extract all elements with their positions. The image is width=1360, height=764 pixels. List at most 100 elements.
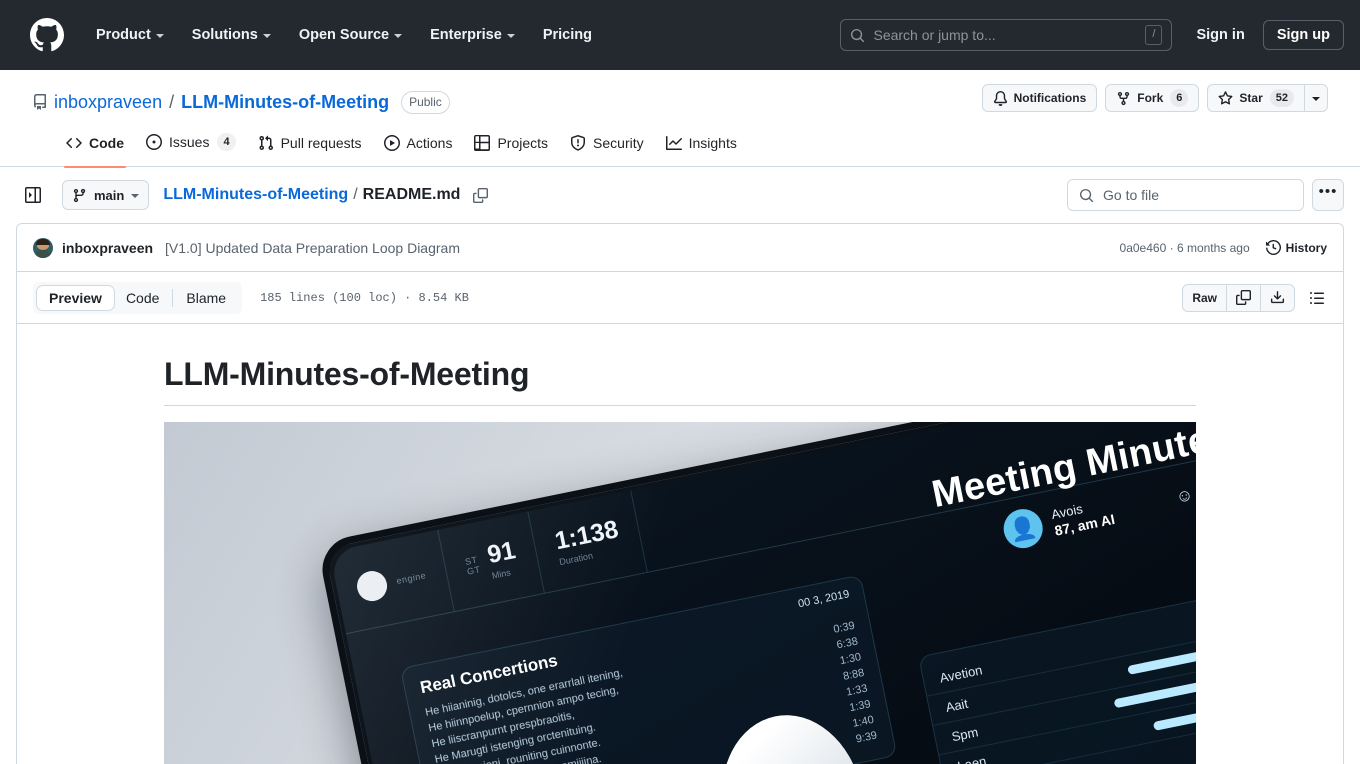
search-input[interactable]: Search or jump to... / bbox=[840, 19, 1173, 51]
tab-label: Pull requests bbox=[280, 135, 362, 151]
raw-button[interactable]: Raw bbox=[1183, 284, 1227, 311]
commit-message-link[interactable]: [V1.0] Updated Data Preparation Loop Dia… bbox=[165, 240, 460, 256]
analytics-label: Aait bbox=[944, 695, 970, 715]
star-dropdown-button[interactable] bbox=[1304, 84, 1328, 112]
tablet-screen: engine ST GT 91 Mins 1:138 Duration Meet… bbox=[329, 422, 1196, 764]
copy-path-icon[interactable] bbox=[467, 182, 493, 208]
nav-item-enterprise[interactable]: Enterprise bbox=[416, 19, 529, 51]
readme-hero-image: engine ST GT 91 Mins 1:138 Duration Meet… bbox=[164, 422, 1196, 764]
tab-pull-requests[interactable]: Pull requests bbox=[248, 128, 372, 158]
repo-name-link[interactable]: LLM-Minutes-of-Meeting bbox=[181, 92, 389, 113]
nav-item-pricing[interactable]: Pricing bbox=[529, 19, 606, 51]
breadcrumb-repo-link[interactable]: LLM-Minutes-of-Meeting bbox=[163, 186, 348, 204]
nav-item-label: Solutions bbox=[191, 27, 258, 43]
fork-count: 6 bbox=[1170, 89, 1189, 107]
smiley-icon: ☺ bbox=[1174, 484, 1195, 507]
latest-commit-bar: inboxpraveen [V1.0] Updated Data Prepara… bbox=[16, 223, 1344, 271]
repo-book-icon bbox=[34, 94, 46, 110]
view-tab-preview[interactable]: Preview bbox=[37, 285, 114, 310]
table-icon bbox=[474, 135, 491, 151]
file-nav-right: Go to file ••• bbox=[1067, 179, 1344, 211]
commit-meta-group: 0a0e460 · 6 months ago History bbox=[1120, 240, 1327, 255]
history-link[interactable]: History bbox=[1265, 240, 1327, 255]
search-shortcut-key: / bbox=[1145, 25, 1163, 45]
tab-insights[interactable]: Insights bbox=[656, 128, 747, 158]
analytics-label: Laen bbox=[956, 753, 988, 764]
global-nav: Product Solutions Open Source Enterprise… bbox=[82, 19, 606, 51]
git-branch-icon bbox=[73, 188, 86, 202]
nav-item-product[interactable]: Product bbox=[82, 19, 178, 51]
view-tab-code[interactable]: Code bbox=[114, 286, 171, 310]
repository-tabs: Code Issues 4 Pull requests Actions Proj… bbox=[32, 124, 1328, 168]
tab-label: Projects bbox=[497, 135, 549, 151]
download-icon bbox=[1270, 291, 1285, 304]
tab-label: Issues bbox=[169, 134, 210, 150]
go-to-file-input[interactable]: Go to file bbox=[1067, 179, 1304, 211]
nav-item-solutions[interactable]: Solutions bbox=[178, 19, 285, 51]
transcript-time: 0:39 bbox=[832, 619, 856, 636]
file-content-box: Preview Code Blame 185 lines (100 loc) ·… bbox=[16, 271, 1344, 764]
issues-count: 4 bbox=[217, 133, 236, 151]
tab-projects[interactable]: Projects bbox=[464, 128, 558, 158]
github-mark-icon[interactable] bbox=[30, 18, 64, 52]
copy-raw-button[interactable] bbox=[1227, 284, 1261, 311]
tab-actions[interactable]: Actions bbox=[374, 128, 463, 158]
view-tab-blame[interactable]: Blame bbox=[174, 286, 238, 310]
commit-meta: 0a0e460 · 6 months ago bbox=[1120, 241, 1250, 255]
repository-header: inboxpraveen / LLM-Minutes-of-Meeting Pu… bbox=[0, 70, 1360, 168]
shield-icon bbox=[571, 135, 586, 151]
file-navigation-bar: main LLM-Minutes-of-Meeting / README.md … bbox=[0, 167, 1360, 223]
triangle-down-icon bbox=[131, 194, 140, 198]
notifications-button[interactable]: Notifications bbox=[981, 84, 1098, 112]
fork-button[interactable]: Fork 6 bbox=[1105, 84, 1200, 112]
tab-code[interactable]: Code bbox=[56, 128, 134, 168]
play-icon bbox=[383, 135, 400, 151]
tab-security[interactable]: Security bbox=[560, 128, 654, 158]
search-icon bbox=[851, 28, 865, 42]
sign-up-button[interactable]: Sign up bbox=[1262, 20, 1344, 50]
repo-owner-link[interactable]: inboxpraveen bbox=[54, 92, 162, 113]
branch-selector[interactable]: main bbox=[62, 180, 150, 210]
nav-item-open-source[interactable]: Open Source bbox=[285, 19, 416, 51]
download-button[interactable] bbox=[1261, 285, 1294, 311]
notifications-label: Notifications bbox=[1013, 91, 1087, 105]
git-pull-request-icon bbox=[259, 135, 273, 151]
go-to-file-placeholder: Go to file bbox=[1103, 187, 1160, 203]
transcript-time: 6:38 bbox=[835, 635, 860, 652]
bell-icon bbox=[993, 90, 1007, 106]
copy-icon bbox=[1236, 290, 1251, 305]
analytics-label: Avetion bbox=[938, 662, 984, 686]
commit-author-link[interactable]: inboxpraveen bbox=[62, 240, 153, 256]
history-label: History bbox=[1285, 240, 1327, 255]
outline-button[interactable] bbox=[1303, 284, 1331, 312]
star-count: 52 bbox=[1269, 89, 1294, 107]
star-button-group: Star 52 bbox=[1207, 84, 1328, 112]
sign-in-link[interactable]: Sign in bbox=[1182, 19, 1258, 51]
transcript-time: 1:30 bbox=[838, 651, 863, 668]
star-icon bbox=[1218, 90, 1233, 105]
chevron-down-icon bbox=[394, 34, 403, 38]
sidebar-expand-icon[interactable] bbox=[18, 180, 48, 210]
status-minutes-value: 91 bbox=[484, 535, 518, 569]
search-placeholder: Search or jump to... bbox=[873, 27, 996, 43]
chevron-down-icon bbox=[262, 34, 271, 38]
nav-item-label: Enterprise bbox=[430, 27, 502, 43]
chevron-down-icon bbox=[155, 34, 164, 38]
file-toolbar-actions: Raw bbox=[1182, 283, 1331, 312]
star-button[interactable]: Star 52 bbox=[1207, 84, 1304, 112]
chevron-down-icon bbox=[506, 34, 515, 38]
global-header-right: Search or jump to... / Sign in Sign up bbox=[840, 0, 1344, 70]
analytics-label: Spm bbox=[950, 724, 980, 745]
history-icon bbox=[1265, 240, 1281, 255]
fork-label: Fork bbox=[1137, 91, 1164, 105]
commit-sha[interactable]: 0a0e460 bbox=[1120, 241, 1167, 255]
transcript-time: 1:33 bbox=[845, 682, 869, 699]
avatar[interactable] bbox=[33, 237, 53, 258]
kebab-horizontal-icon[interactable]: ••• bbox=[1312, 179, 1344, 211]
repository-actions: Notifications Fork 6 Star 52 bbox=[981, 84, 1328, 112]
page-title: LLM-Minutes-of-Meeting bbox=[164, 356, 1196, 406]
status-cell-st-gt: ST GT 91 Mins bbox=[438, 511, 546, 612]
commit-relative-time: 6 months ago bbox=[1176, 240, 1250, 255]
repo-path-separator: / bbox=[169, 91, 175, 112]
tab-issues[interactable]: Issues 4 bbox=[136, 126, 246, 158]
